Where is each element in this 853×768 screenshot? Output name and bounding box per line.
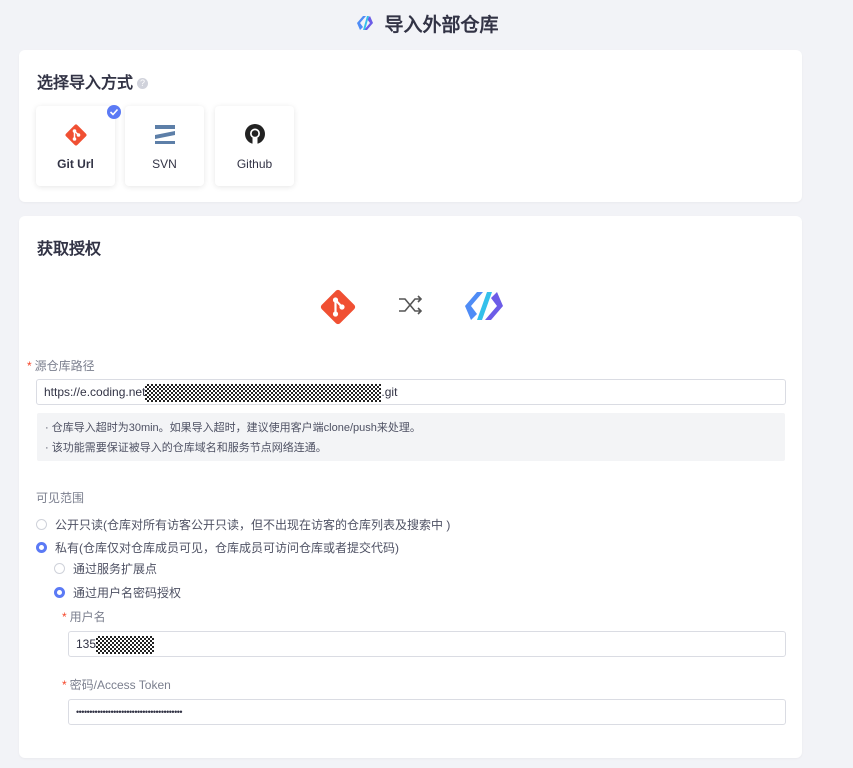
- required-mark: *: [62, 610, 67, 624]
- tips-box: · 仓库导入超时为30min。如果导入超时，建议使用客户端clone/push来…: [37, 413, 785, 461]
- password-label: * 密码/Access Token: [62, 676, 171, 693]
- selected-check-icon: [107, 105, 121, 119]
- required-mark: *: [62, 678, 67, 692]
- option-github-label: Github: [236, 157, 273, 171]
- auth-service-label: 通过服务扩展点: [73, 562, 158, 576]
- redacted-mask: [145, 383, 382, 402]
- visibility-private-radio[interactable]: 私有(仓库仅对仓库成员可见，仓库成员可访问仓库或者提交代码): [36, 539, 399, 556]
- redacted-mask: [96, 635, 155, 654]
- username-label: * 用户名: [62, 608, 106, 625]
- repo-path-input[interactable]: https://e.coding.net .git: [36, 379, 786, 405]
- password-input[interactable]: ••••••••••••••••••••••••••••••••••••••••: [68, 699, 786, 725]
- repo-path-value-prefix: https://e.coding.net: [44, 385, 146, 399]
- repo-path-label-text: 源仓库路径: [34, 359, 95, 373]
- tip-line: · 仓库导入超时为30min。如果导入超时，建议使用客户端clone/push来…: [45, 422, 421, 434]
- username-label-text: 用户名: [69, 610, 106, 624]
- visibility-private-label: 私有(仓库仅对仓库成员可见，仓库成员可访问仓库或者提交代码): [55, 541, 399, 555]
- import-method-card: 选择导入方式? Git Url SVN Github: [19, 50, 802, 202]
- username-value-prefix: 135: [76, 637, 97, 651]
- authorization-card: 获取授权 * 源仓库路径 https://e.coding.net .git · 仓…: [19, 216, 802, 758]
- git-icon: [65, 124, 86, 146]
- help-icon[interactable]: ?: [137, 78, 149, 90]
- radio-circle-selected: [54, 587, 65, 598]
- repo-path-label: * 源仓库路径: [27, 357, 95, 374]
- tip-line: · 该功能需要保证被导入的仓库域名和服务节点网络连通。: [45, 442, 327, 454]
- repo-path-value-suffix: .git: [381, 385, 398, 399]
- authorization-title: 获取授权: [37, 241, 102, 258]
- auth-password-radio[interactable]: 通过用户名密码授权: [54, 584, 181, 601]
- radio-circle: [54, 563, 65, 574]
- github-icon: [244, 124, 265, 144]
- git-source-icon: [320, 289, 356, 325]
- radio-circle-selected: [36, 542, 47, 553]
- radio-circle: [36, 519, 47, 530]
- option-svn[interactable]: SVN: [125, 106, 204, 186]
- svn-icon: [154, 125, 175, 144]
- visibility-public-label: 公开只读(仓库对所有访客公开只读，但不出现在访客的仓库列表及搜索中 ): [55, 518, 451, 532]
- option-github[interactable]: Github: [215, 106, 294, 186]
- coding-logo-icon: [357, 16, 374, 30]
- option-svn-label: SVN: [152, 157, 177, 171]
- visibility-public-radio[interactable]: 公开只读(仓库对所有访客公开只读，但不出现在访客的仓库列表及搜索中 ): [36, 516, 450, 533]
- option-git-url-label: Git Url: [57, 157, 94, 171]
- page-title: 导入外部仓库: [384, 14, 499, 36]
- page-header: 导入外部仓库: [0, 0, 853, 46]
- coding-target-icon: [465, 292, 503, 320]
- required-mark: *: [27, 359, 32, 373]
- visibility-label: 可见范围: [36, 491, 85, 505]
- import-method-title-text: 选择导入方式: [37, 75, 134, 92]
- auth-password-label: 通过用户名密码授权: [73, 586, 182, 600]
- username-input[interactable]: 135: [68, 631, 786, 657]
- option-git-url[interactable]: Git Url: [36, 105, 121, 186]
- shuffle-icon: [399, 295, 423, 315]
- password-label-text: 密码/Access Token: [69, 678, 171, 692]
- import-method-title: 选择导入方式?: [37, 69, 149, 93]
- auth-service-radio[interactable]: 通过服务扩展点: [54, 560, 157, 577]
